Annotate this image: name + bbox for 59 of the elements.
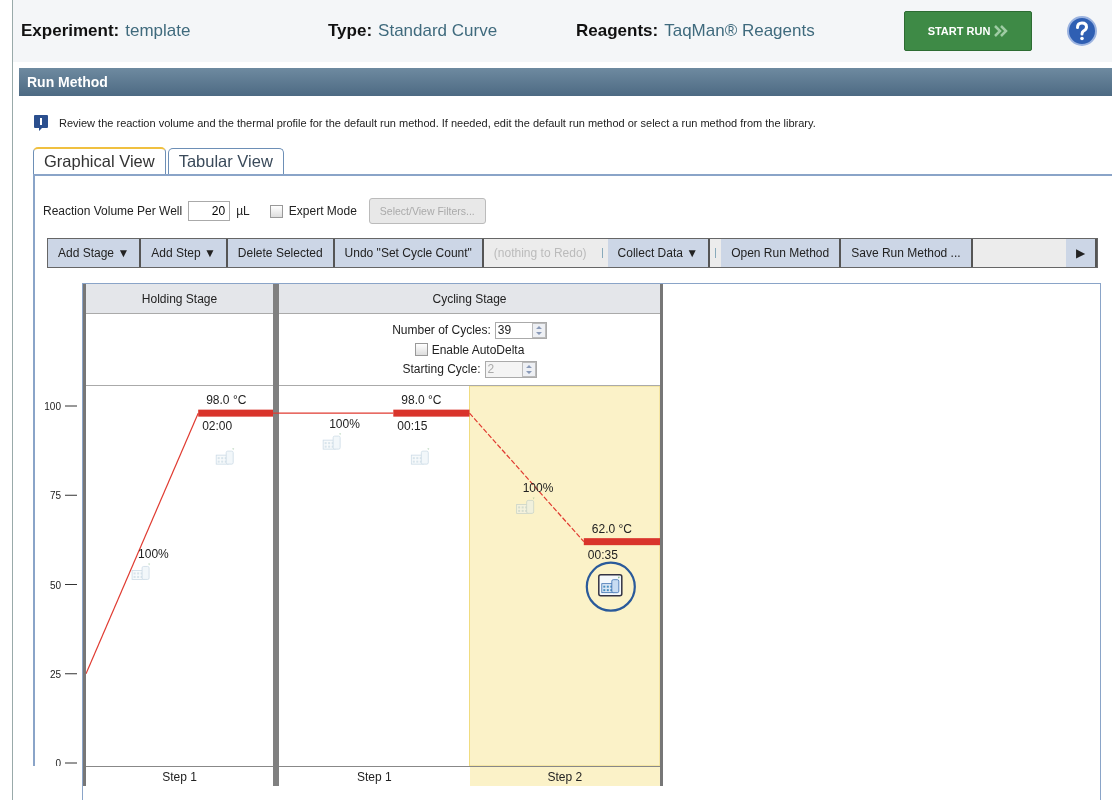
toolbar-button[interactable]: Open Run Method <box>721 239 842 267</box>
info-icon <box>33 114 49 132</box>
ramp-rate-label: 100% <box>522 481 554 496</box>
axis-label: 50 <box>49 579 61 591</box>
axis-tick <box>64 762 78 764</box>
ramp-rate-label: 100% <box>138 547 169 562</box>
axis-tick <box>64 494 78 496</box>
field-value: Standard Curve <box>378 21 498 41</box>
panel-title: Run Method <box>19 68 1112 96</box>
axis-label: 100 <box>44 401 61 412</box>
axis-tick <box>64 673 78 675</box>
step-label: Step 2 <box>469 766 660 786</box>
checkbox-label: Enable AutoDelta <box>431 342 525 357</box>
axis-tick <box>64 584 78 585</box>
info-text: Review the reaction volume and the thermal profile for the default run method. If needed, edit the default run method or select a run method from the library. <box>59 117 816 129</box>
field-label: Number of Cycles: <box>392 323 491 337</box>
start-run-button[interactable]: START RUN <box>904 11 1032 51</box>
temperature-label: 98.0 °C <box>401 393 442 408</box>
checkbox[interactable] <box>414 343 428 356</box>
axis-label: 25 <box>49 668 61 680</box>
step-label: Step 1 <box>279 766 470 786</box>
unit-label: µL <box>236 204 250 218</box>
field-value: TaqMan® Reagents <box>664 21 815 41</box>
collect-data-icon <box>322 433 342 450</box>
toolbar-button[interactable]: Delete Selected <box>227 239 335 267</box>
toolbar-button[interactable]: Collect Data ▼ <box>607 239 711 267</box>
field-label: Experiment: <box>21 21 120 41</box>
toolbar-button[interactable]: Add Step ▼ <box>141 239 228 267</box>
help-icon[interactable] <box>1067 16 1097 46</box>
checkbox[interactable] <box>269 204 283 218</box>
axis-tick <box>64 405 78 407</box>
field-label: Type: <box>328 21 373 41</box>
hold-time-label: 00:15 <box>397 419 428 434</box>
spinner-arrows-icon[interactable] <box>531 322 546 338</box>
hold-time-label: 00:35 <box>587 547 618 562</box>
toolbar-button[interactable]: Save Run Method ... <box>841 239 973 267</box>
view-tab[interactable]: Graphical View <box>33 147 166 174</box>
field-label: Starting Cycle: <box>402 362 481 376</box>
toolbar-button[interactable]: ▶ <box>1066 239 1097 267</box>
checkbox-label: Expert Mode <box>288 204 357 218</box>
hold-time-label: 02:00 <box>202 419 233 434</box>
temperature-label: 98.0 °C <box>206 393 247 408</box>
double-chevron-icon <box>994 25 1009 37</box>
field-value: template <box>125 21 191 41</box>
temperature-label: 62.0 °C <box>591 521 632 536</box>
volume-field[interactable]: 20 <box>188 201 231 221</box>
field-label: Reagents: <box>576 21 659 41</box>
toolbar-button[interactable]: Undo "Set Cycle Count" <box>334 239 484 267</box>
step-label: Step 1 <box>86 766 273 786</box>
field-label: Reaction Volume Per Well <box>43 204 183 218</box>
stage-header: Cycling Stage <box>279 284 660 314</box>
collect-data-icon <box>131 563 151 580</box>
stage-header: Holding Stage <box>86 284 273 314</box>
axis-label: 75 <box>49 490 61 502</box>
ramp-rate-label: 100% <box>329 417 360 432</box>
view-tab[interactable]: Tabular View <box>167 148 284 174</box>
collect-data-icon <box>516 497 535 514</box>
toolbar-button[interactable]: Add Stage ▼ <box>48 239 142 267</box>
spinner-field[interactable]: 39 <box>494 321 547 339</box>
